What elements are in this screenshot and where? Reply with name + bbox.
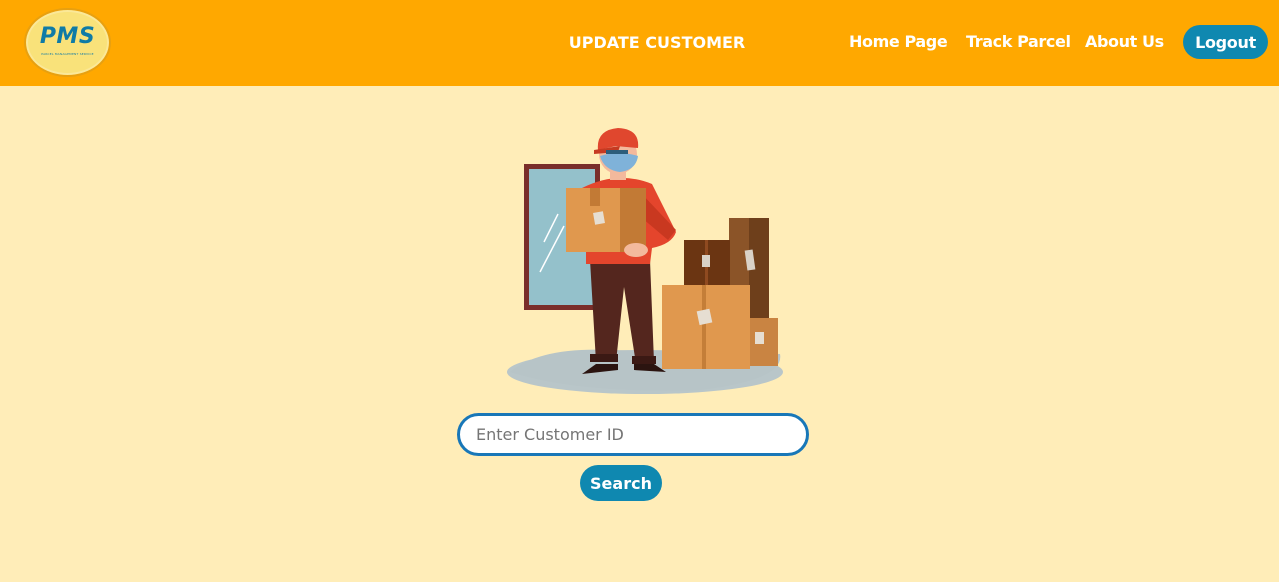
page-title: UPDATE CUSTOMER — [568, 33, 746, 52]
nav-link-home[interactable]: Home Page — [849, 32, 948, 51]
logo-text: PMS — [39, 24, 96, 49]
logout-button[interactable]: Logout — [1183, 25, 1268, 59]
search-button[interactable]: Search — [580, 465, 662, 501]
pms-logo[interactable]: PMS PARCEL MANAGEMENT SERVICE — [24, 8, 111, 77]
top-navbar: PMS PARCEL MANAGEMENT SERVICE UPDATE CUS… — [0, 0, 1279, 86]
customer-id-input[interactable] — [457, 413, 809, 456]
courier-legs — [590, 260, 654, 364]
logo-subtext: PARCEL MANAGEMENT SERVICE — [41, 52, 94, 56]
nav-link-track-parcel[interactable]: Track Parcel — [966, 32, 1071, 51]
delivery-man-illustration — [507, 128, 783, 394]
nav-link-about-us[interactable]: About Us — [1085, 32, 1164, 51]
